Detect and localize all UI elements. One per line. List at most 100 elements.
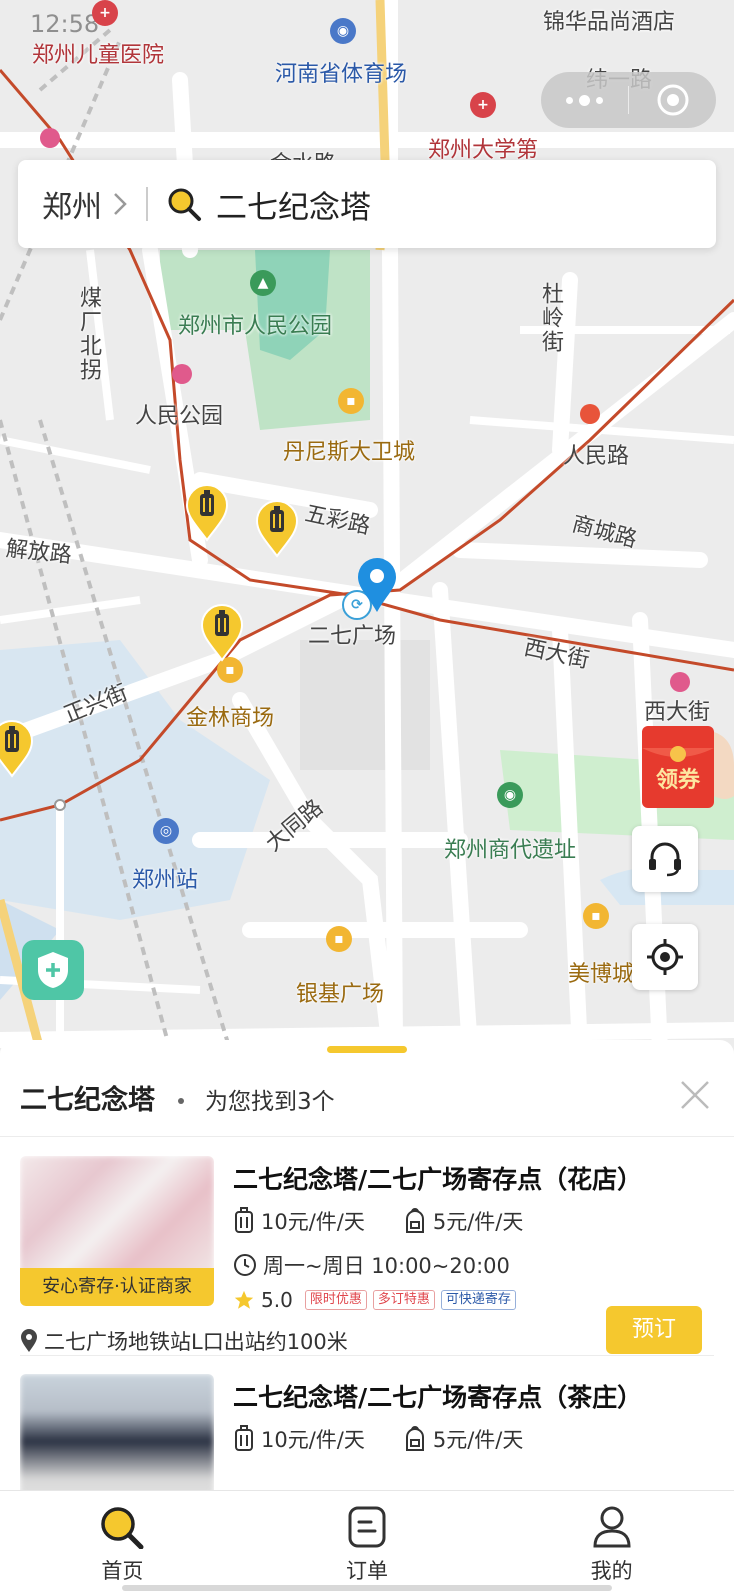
- shield-plus-icon: [38, 952, 68, 988]
- store-name: 二七纪念塔/二七广场寄存点（花店）: [233, 1165, 643, 1194]
- metro-station-icon: [172, 364, 192, 384]
- book-button[interactable]: 预订: [606, 1306, 702, 1354]
- sheet-header: 二七纪念塔 为您找到3个: [0, 1064, 734, 1137]
- metro-station-icon: [40, 128, 60, 148]
- hospital-icon: +: [92, 0, 118, 26]
- locate-button[interactable]: [632, 924, 698, 990]
- park-icon: ▲: [250, 270, 276, 296]
- suitcase-icon: [235, 1207, 253, 1233]
- map-label-dennis: 丹尼斯大卫城: [283, 440, 416, 465]
- store-thumbnail: [20, 1374, 214, 1490]
- locker-pin-icon[interactable]: [255, 500, 299, 558]
- map-label-people-park-big: 郑州市人民公园: [178, 314, 333, 339]
- locker-pin-icon[interactable]: [200, 604, 244, 662]
- locate-icon: [647, 939, 683, 975]
- card-divider: [20, 1355, 714, 1356]
- tab-bar: 首页 订单 我的: [0, 1490, 734, 1592]
- shopping-icon: ▪: [338, 388, 364, 414]
- headset-icon: [649, 842, 681, 877]
- tab-orders-label: 订单: [346, 1559, 388, 1583]
- locker-pin-icon[interactable]: [185, 484, 229, 542]
- store-thumbnail: 安心寄存·认证商家: [20, 1156, 214, 1306]
- hours-text: 周一~周日 10:00~20:00: [263, 1254, 510, 1278]
- home-indicator: [122, 1585, 612, 1591]
- user-icon: [593, 1506, 631, 1548]
- address-text: 二七广场地铁站L口出站约100米: [44, 1330, 348, 1354]
- tab-orders[interactable]: 订单: [245, 1491, 490, 1592]
- hospital-icon: +: [470, 92, 496, 118]
- results-sheet: 二七纪念塔 为您找到3个 安心寄存·认证商家 二七纪念塔/二七广场寄存点（花店）…: [0, 1040, 734, 1490]
- map-label-jinhua: 锦华品尚酒店: [543, 10, 676, 35]
- search-icon: [168, 188, 201, 221]
- insurance-button[interactable]: [22, 940, 84, 1000]
- map-label-erqi-square: 二七广场: [308, 624, 397, 649]
- map-label-meibo: 美博城: [568, 962, 635, 987]
- price-row: 10元/件/天 5元/件/天: [233, 1424, 523, 1454]
- order-icon: [348, 1506, 386, 1548]
- tab-home-label: 首页: [101, 1559, 144, 1583]
- more-dots-icon[interactable]: [541, 94, 628, 106]
- stadium-icon: ◉: [330, 18, 356, 44]
- sheet-drag-handle[interactable]: [327, 1046, 407, 1053]
- clock-icon: [234, 1254, 256, 1276]
- tab-profile-label: 我的: [590, 1559, 633, 1583]
- coupon-label: 领券: [655, 768, 700, 793]
- map-label-people-park: 人民公园: [135, 404, 224, 429]
- map-label-meichang: 煤厂北拐: [76, 286, 101, 382]
- search-input[interactable]: 二七纪念塔: [216, 182, 371, 227]
- store-address: 二七广场地铁站L口出站约100米: [20, 1326, 348, 1356]
- star-icon: [234, 1290, 254, 1309]
- price-large-luggage: 10元/件/天: [261, 1210, 365, 1234]
- price-small-bag: 5元/件/天: [432, 1210, 524, 1234]
- store-name: 二七纪念塔/二七广场寄存点（茶庄）: [233, 1383, 643, 1412]
- coupon-button[interactable]: 领券: [642, 726, 734, 808]
- rating-row: 5.0 限时优惠 多订特惠 可快递寄存: [233, 1288, 516, 1312]
- tag-express: 可快递寄存: [440, 1290, 516, 1310]
- tab-profile[interactable]: 我的: [489, 1491, 734, 1592]
- price-row: 10元/件/天 5元/件/天: [233, 1206, 523, 1236]
- map-label-shang-ruins: 郑州商代遗址: [444, 838, 577, 863]
- tab-home[interactable]: 首页: [0, 1491, 245, 1592]
- suitcase-icon: [235, 1425, 253, 1451]
- map-label-stadium: 河南省体育场: [275, 62, 408, 87]
- map-label-yinji: 银基广场: [296, 982, 385, 1007]
- location-pin-icon: [358, 557, 396, 612]
- customer-service-button[interactable]: [632, 826, 698, 892]
- search-bar[interactable]: 郑州 二七纪念塔: [18, 160, 716, 248]
- rating-score: 5.0: [261, 1288, 293, 1312]
- search-divider: [146, 187, 148, 221]
- sheet-title: 二七纪念塔: [20, 1085, 155, 1116]
- metro-station-icon: [670, 672, 690, 692]
- certified-badge: 安心寄存·认证商家: [20, 1268, 214, 1306]
- train-station-icon: ◎: [153, 818, 179, 844]
- tag-limited-discount: 限时优惠: [304, 1290, 367, 1310]
- locker-pin-icon[interactable]: [0, 720, 34, 778]
- location-icon: [21, 1329, 37, 1352]
- metro-station-icon: [580, 404, 600, 424]
- result-count: 为您找到3个: [205, 1089, 335, 1115]
- backpack-icon: [405, 1426, 424, 1451]
- price-small-bag: 5元/件/天: [432, 1428, 524, 1452]
- shopping-icon: ▪: [583, 903, 609, 929]
- map-label-renmin-road: 人民路: [563, 444, 630, 469]
- separator-dot: [178, 1098, 184, 1104]
- map-label-jiefang-road: 解放路: [4, 536, 73, 569]
- close-icon[interactable]: [678, 1078, 712, 1112]
- backpack-icon: [405, 1208, 424, 1233]
- price-large-luggage: 10元/件/天: [261, 1428, 365, 1452]
- map-label-zhengzhou-station: 郑州站: [132, 868, 199, 893]
- opening-hours: 周一~周日 10:00~20:00: [233, 1250, 510, 1280]
- map-label-xidajie-station: 西大街: [644, 700, 711, 725]
- search-icon: [101, 1507, 144, 1549]
- shopping-icon: ▪: [326, 926, 352, 952]
- map-label-dulingjie: 杜岭街: [538, 282, 563, 354]
- map-label-jinlin: 金林商场: [186, 706, 275, 731]
- status-time: 12:58: [30, 10, 100, 38]
- miniprogram-capsule: [541, 72, 716, 128]
- map-label-children-hospital: 郑州儿童医院: [32, 43, 165, 68]
- target-circle-icon[interactable]: [629, 83, 716, 117]
- scenic-icon: ◉: [497, 782, 523, 808]
- city-selector[interactable]: 郑州: [42, 182, 102, 226]
- tag-multi-order: 多订特惠: [372, 1290, 435, 1310]
- map-view[interactable]: 12:58 + ◉ + ▲ ▪ ▪ ◎ ◉ ▪ ▪ ⟳ 锦华品尚酒店 郑州儿童医…: [0, 0, 734, 1050]
